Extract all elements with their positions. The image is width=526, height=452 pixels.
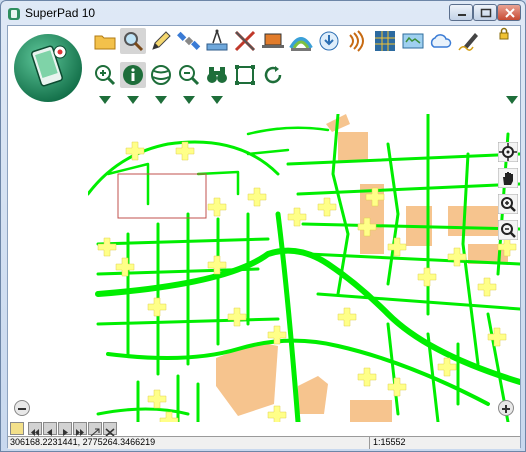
info-icon[interactable] [120,62,146,88]
zoom-out-icon[interactable] [176,62,202,88]
maximize-button[interactable] [473,4,497,21]
satellite-icon[interactable] [176,28,202,54]
target-icon[interactable] [497,141,519,163]
dropdown-arrow-1[interactable] [99,96,111,104]
new-page-icon[interactable] [10,422,24,435]
road-layer [88,114,520,422]
map-canvas[interactable] [88,114,520,422]
search-icon[interactable] [120,28,146,54]
previous-icon[interactable] [43,422,57,436]
folder-icon[interactable] [92,28,118,54]
dropdown-arrow-3[interactable] [155,96,167,104]
expand-icon[interactable] [88,422,102,437]
lock-icon[interactable] [497,26,511,40]
client-area: 306168.2231441, 2775264.3466219 1:15552 [7,25,521,449]
refresh-icon[interactable] [260,62,286,88]
layers-icon[interactable] [148,62,174,88]
select-rect-icon[interactable] [232,62,258,88]
app-logo [14,34,82,102]
minimize-button[interactable] [449,4,473,21]
scale-readout: 1:15552 [369,437,406,449]
map-view[interactable] [88,114,520,422]
first-icon[interactable] [28,422,42,436]
app-icon [8,8,20,20]
pan-hand-icon[interactable] [497,167,519,189]
window-title: SuperPad 10 [25,6,96,20]
last-icon[interactable] [73,422,87,436]
status-bar: 306168.2231441, 2775264.3466219 1:15552 [8,436,520,449]
dropdown-arrow-5[interactable] [211,96,223,104]
signature-pen-icon[interactable] [456,28,482,54]
zoom-out-circle-button[interactable] [14,400,30,416]
map-icon[interactable] [400,28,426,54]
pencil-icon[interactable] [148,28,174,54]
next-icon[interactable] [58,422,72,436]
map-zoom-out-icon[interactable] [497,219,519,241]
dropdown-arrow-4[interactable] [183,96,195,104]
selection-rectangle [117,173,207,219]
zoom-in-circle-button[interactable] [498,400,514,416]
dropdown-arrow-2[interactable] [127,96,139,104]
scissors-tools-icon[interactable] [232,28,258,54]
zoom-in-icon[interactable] [92,62,118,88]
laptop-icon[interactable] [260,28,286,54]
binoculars-icon[interactable] [204,62,230,88]
close-button[interactable] [497,4,521,21]
cancel-icon[interactable] [103,422,117,437]
app-window: SuperPad 10 306168.2231441, 2775264.3466… [0,0,526,452]
navigation-bar [8,422,520,437]
coordinates-readout: 306168.2231441, 2775264.3466219 [10,437,156,447]
toolbar-expand-arrow[interactable] [506,96,518,104]
rainbow-layer-icon[interactable] [288,28,314,54]
globe-download-icon[interactable] [316,28,342,54]
toolbar [8,26,520,114]
marker-layer [97,141,517,422]
title-bar[interactable]: SuperPad 10 [1,1,525,27]
ruler-icon[interactable] [204,28,230,54]
signal-icon[interactable] [344,28,370,54]
grid-icon[interactable] [372,28,398,54]
map-zoom-in-icon[interactable] [497,193,519,215]
cloud-icon[interactable] [428,28,454,54]
